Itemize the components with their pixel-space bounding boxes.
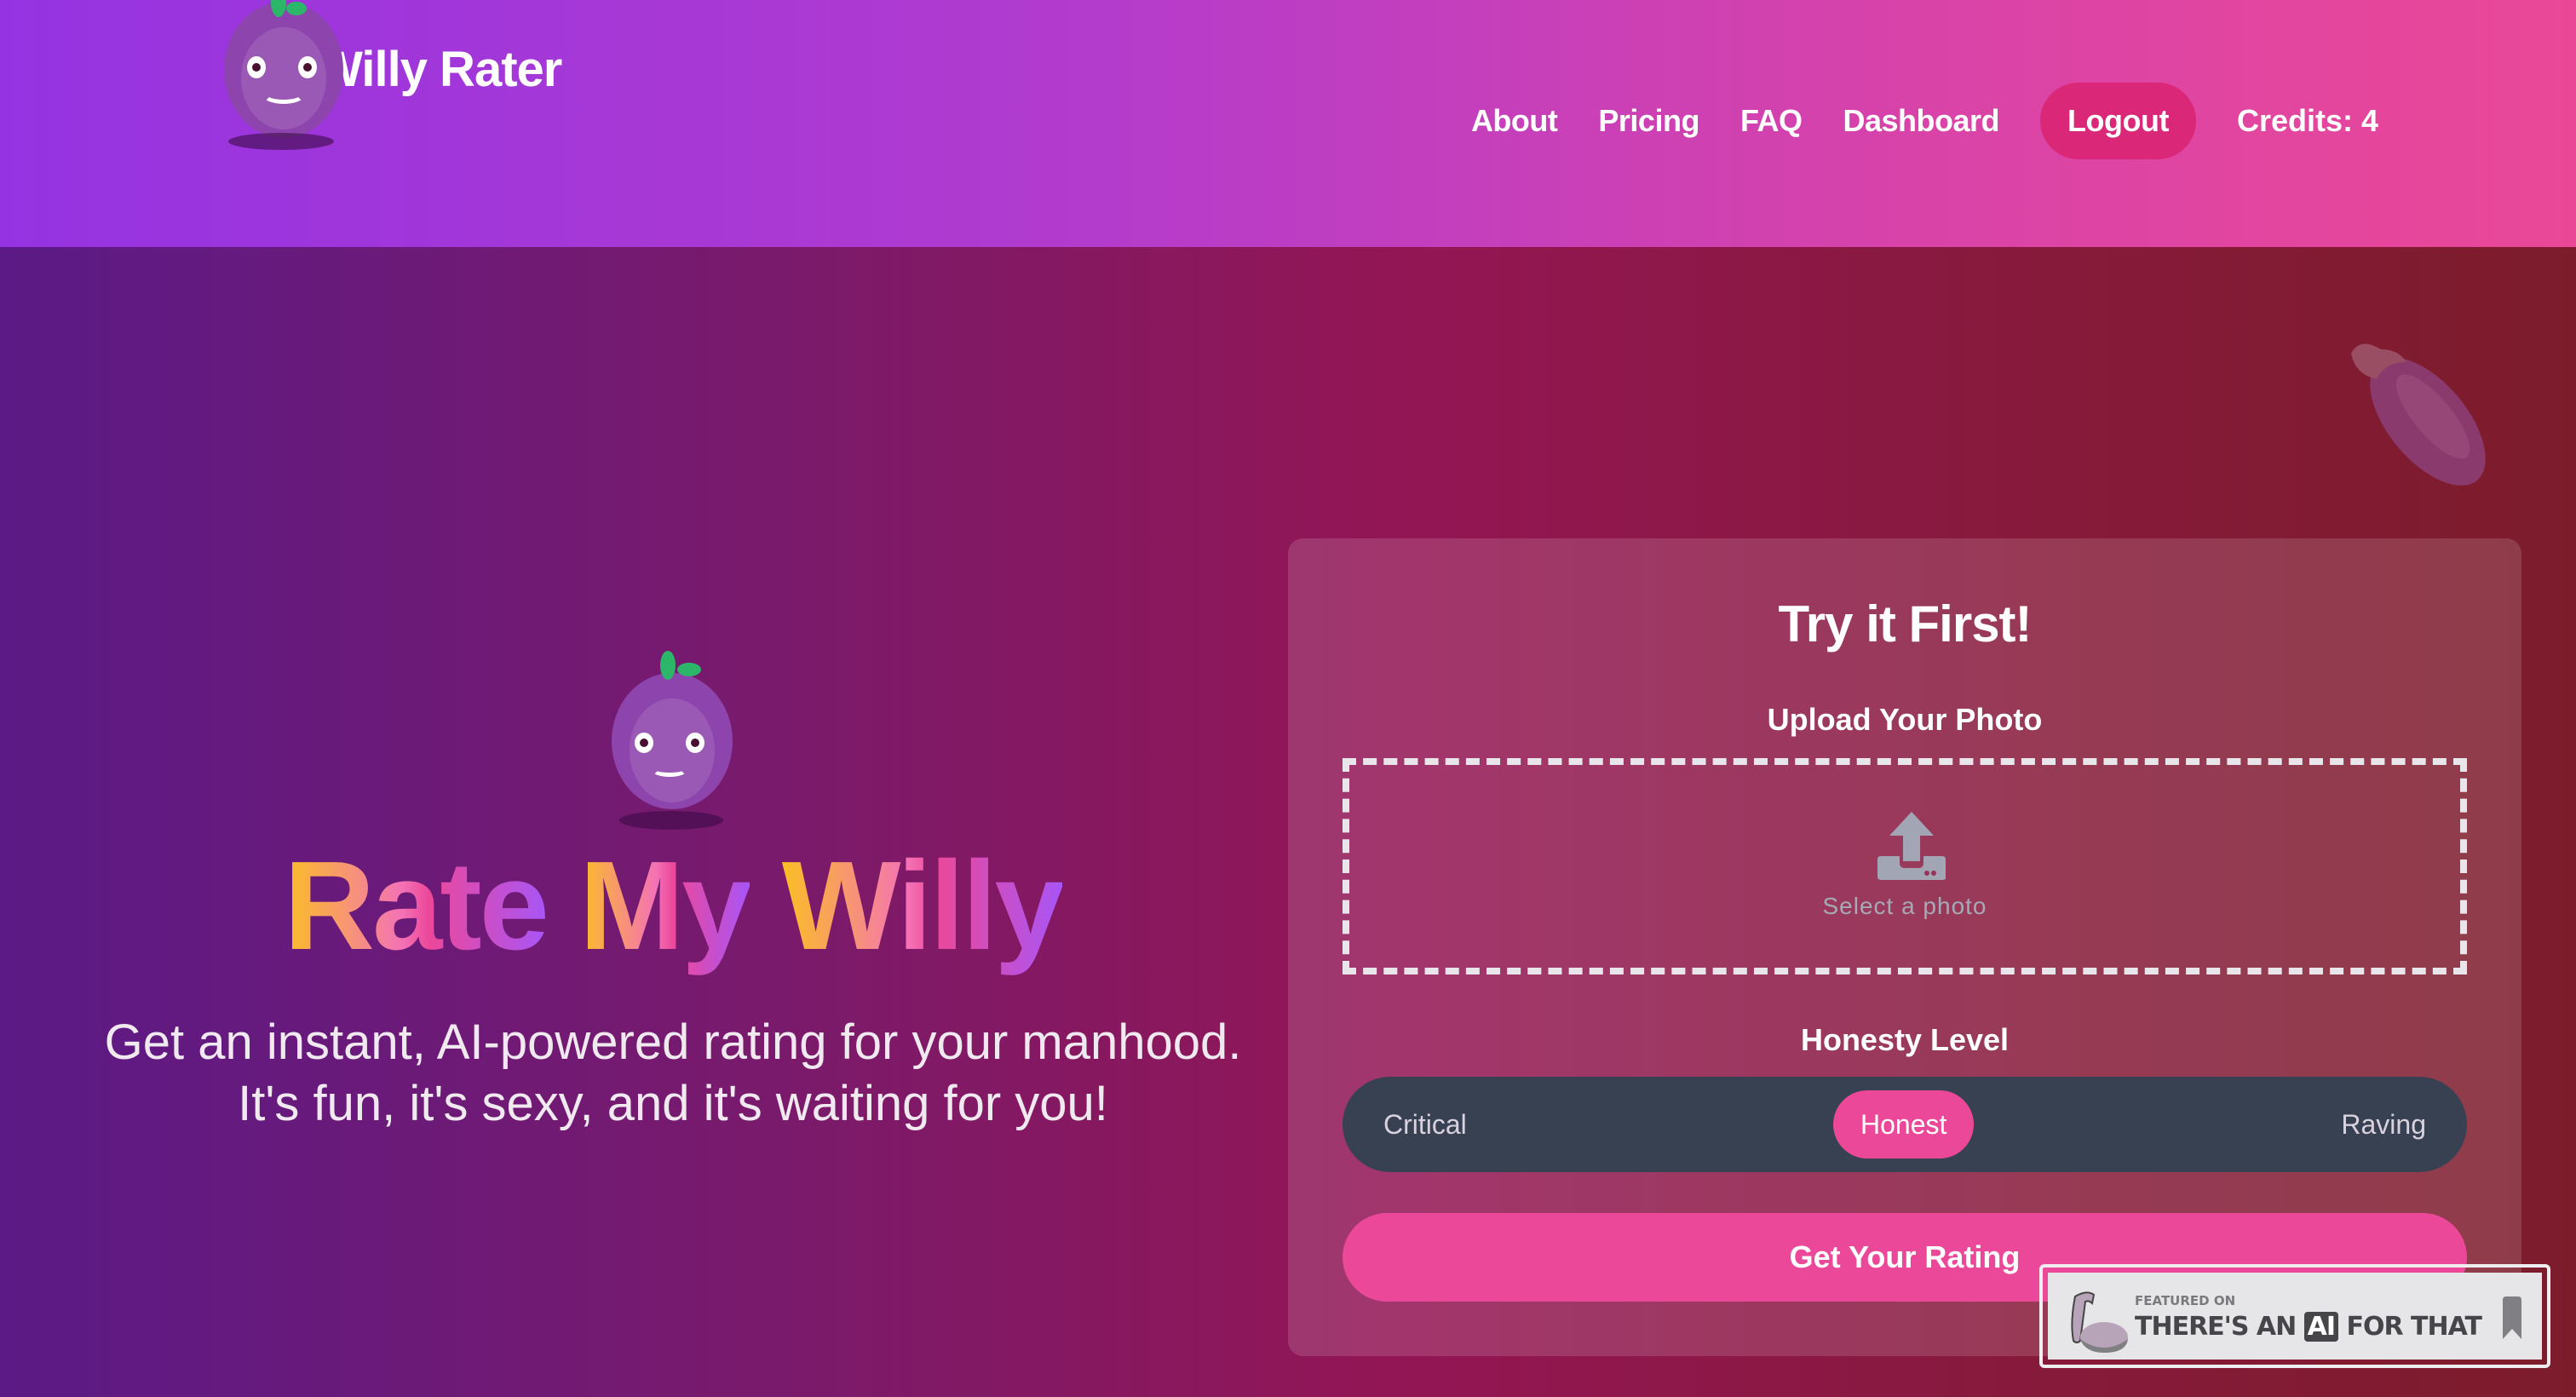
honesty-option-raving[interactable]: Raving bbox=[2341, 1077, 2426, 1172]
hero-subtitle: Get an instant, AI-powered rating for yo… bbox=[104, 1015, 1242, 1131]
photo-dropzone[interactable]: Select a photo bbox=[1343, 758, 2467, 974]
card-title: Try it First! bbox=[1778, 595, 2032, 653]
credits-count: Credits: 4 bbox=[2236, 103, 2378, 138]
mascot-logo-icon bbox=[220, 0, 348, 155]
hero-title-word: Willy bbox=[781, 836, 1065, 976]
badge-featured-on: FEATURED ON bbox=[2135, 1293, 2236, 1308]
upload-label: Upload Your Photo bbox=[1767, 702, 2043, 737]
site-header: AI Willy Rater About Pricing FAQ Dashboa… bbox=[0, 0, 2576, 247]
nav-faq[interactable]: FAQ bbox=[1740, 103, 1803, 139]
eggplant-icon bbox=[2351, 343, 2486, 486]
honesty-option-critical[interactable]: Critical bbox=[1383, 1077, 1467, 1172]
main-nav: About Pricing FAQ Dashboard Logout Credi… bbox=[1430, 83, 2378, 159]
bookmark-icon bbox=[2503, 1296, 2521, 1339]
upload-icon bbox=[1877, 812, 1946, 880]
hero-title-word: My bbox=[579, 836, 752, 976]
hero-mascot-icon bbox=[609, 647, 745, 830]
nav-pricing[interactable]: Pricing bbox=[1598, 103, 1699, 139]
hero-title: Rate My Willy bbox=[0, 843, 1346, 969]
featured-badge[interactable]: FEATURED ON THERE'S AN AI FOR THAT bbox=[2039, 1264, 2550, 1368]
nav-dashboard[interactable]: Dashboard bbox=[1843, 103, 1999, 139]
brand[interactable]: AI Willy Rater bbox=[220, 0, 562, 150]
featured-badge-inner: FEATURED ON THERE'S AN AI FOR THAT bbox=[2048, 1273, 2542, 1360]
honesty-label: Honesty Level bbox=[1800, 1022, 2010, 1057]
badge-name-before: THERE'S AN bbox=[2135, 1312, 2297, 1342]
nav-about[interactable]: About bbox=[1471, 103, 1558, 139]
try-it-card: Try it First! Upload Your Photo Select a… bbox=[1288, 538, 2521, 1356]
badge-name-ai: AI bbox=[2303, 1312, 2339, 1342]
flexed-arm-icon bbox=[2071, 1291, 2128, 1353]
hero-title-word: Rate bbox=[284, 836, 549, 976]
badge-name: THERE'S AN AI FOR THAT bbox=[2135, 1312, 2482, 1342]
honesty-slider[interactable]: Critical Honest Raving bbox=[1343, 1077, 2467, 1172]
logout-button[interactable]: Logout bbox=[2040, 83, 2196, 159]
honesty-option-honest[interactable]: Honest bbox=[1833, 1090, 1975, 1158]
badge-name-after: FOR THAT bbox=[2346, 1312, 2482, 1342]
select-photo-text: Select a photo bbox=[1822, 893, 1987, 919]
